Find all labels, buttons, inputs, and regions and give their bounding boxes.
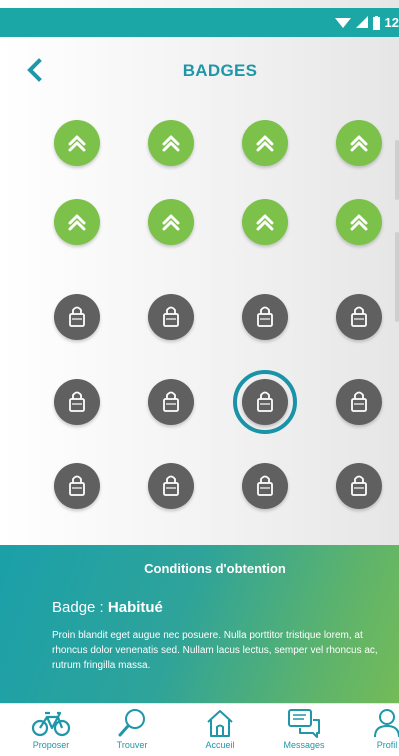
- conditions-title: Conditions d'obtention: [144, 561, 286, 576]
- badge-selected[interactable]: [233, 370, 297, 434]
- chevrons-up-icon: [350, 214, 368, 231]
- messages-icon: [288, 709, 320, 738]
- badge-locked[interactable]: [336, 463, 382, 509]
- badge-unlocked[interactable]: [148, 120, 194, 166]
- lock-icon: [351, 475, 367, 496]
- badge-unlocked[interactable]: [54, 120, 100, 166]
- chevrons-up-icon: [350, 135, 368, 152]
- search-icon: [118, 709, 145, 737]
- badge-locked[interactable]: [54, 463, 100, 509]
- nav-label-trouver: Trouver: [116, 740, 148, 750]
- nav-item-accueil[interactable]: Accueil: [185, 707, 255, 756]
- app-screen: 12 BADGES Conditions d'obtention Badge :…: [0, 0, 399, 756]
- badge-locked[interactable]: [54, 294, 100, 340]
- nav-label-profil: Profil: [376, 740, 398, 750]
- nav-item-messages[interactable]: Messages: [269, 707, 339, 756]
- nav-label-proposer: Proposer: [32, 740, 70, 750]
- lock-icon: [257, 306, 273, 327]
- profile-icon: [374, 709, 399, 738]
- badge-locked[interactable]: [242, 463, 288, 509]
- badge-unlocked[interactable]: [336, 120, 382, 166]
- nav-item-proposer[interactable]: Proposer: [16, 707, 86, 756]
- selected-ring: [233, 370, 297, 434]
- badge-unlocked[interactable]: [336, 199, 382, 245]
- badge-locked[interactable]: [148, 379, 194, 425]
- nav-item-profil[interactable]: Profil: [352, 707, 399, 756]
- badge-name: Habitué: [107, 599, 163, 616]
- nav-label-messages: Messages: [283, 740, 325, 750]
- bottom-nav: Proposer Trouver Accueil Messages Profil: [0, 703, 399, 756]
- chevrons-up-icon: [68, 214, 86, 231]
- badge-grid: [0, 0, 399, 540]
- chevrons-up-icon: [256, 214, 274, 231]
- chevrons-up-icon: [256, 135, 274, 152]
- badge-locked[interactable]: [148, 463, 194, 509]
- badge-locked[interactable]: [336, 379, 382, 425]
- lock-icon: [69, 306, 85, 327]
- badge-locked[interactable]: [54, 379, 100, 425]
- chevrons-up-icon: [162, 214, 180, 231]
- bicycle-icon: [31, 711, 71, 737]
- badge-name-line: Badge : Habitué: [52, 599, 163, 616]
- badge-unlocked[interactable]: [148, 199, 194, 245]
- conditions-description: Proin blandit eget augue nec posuere. Nu…: [52, 630, 378, 671]
- lock-icon: [163, 475, 179, 496]
- badge-locked[interactable]: [148, 294, 194, 340]
- chevrons-up-icon: [68, 135, 86, 152]
- lock-icon: [257, 475, 273, 496]
- home-icon: [207, 710, 233, 737]
- lock-icon: [351, 391, 367, 412]
- badge-locked[interactable]: [336, 294, 382, 340]
- badge-prefix: Badge :: [52, 599, 108, 616]
- lock-icon: [69, 475, 85, 496]
- lock-icon: [163, 306, 179, 327]
- badge-unlocked[interactable]: [242, 199, 288, 245]
- lock-icon: [69, 391, 85, 412]
- badge-locked[interactable]: [242, 294, 288, 340]
- lock-icon: [351, 306, 367, 327]
- nav-label-accueil: Accueil: [205, 740, 235, 750]
- chevrons-up-icon: [162, 135, 180, 152]
- lock-icon: [163, 391, 179, 412]
- conditions-panel: Conditions d'obtention Badge : Habitué P…: [0, 545, 399, 703]
- badge-unlocked[interactable]: [54, 199, 100, 245]
- nav-item-trouver[interactable]: Trouver: [97, 707, 167, 756]
- badge-unlocked[interactable]: [242, 120, 288, 166]
